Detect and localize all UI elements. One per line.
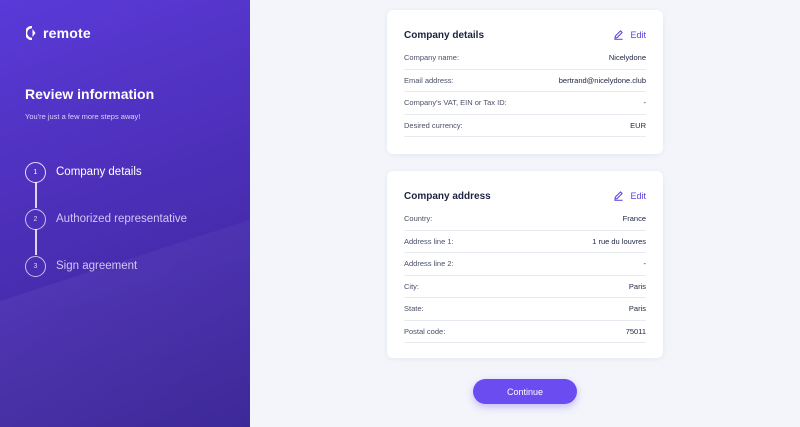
field-label: Desired currency: [404, 120, 463, 130]
field-label: Address line 2: [404, 259, 454, 269]
step-connector [35, 182, 37, 208]
field-value: 75011 [625, 326, 646, 336]
detail-row: Address line 1: 1 rue du louvres [404, 231, 646, 253]
pencil-icon [613, 29, 624, 42]
field-label: Address line 1: [404, 236, 454, 246]
field-label: State: [404, 304, 424, 314]
company-details-card: Company details Edit Company name: Nicely… [387, 10, 663, 154]
field-value: Paris [628, 281, 646, 291]
card-title: Company details [404, 29, 485, 41]
field-value: Paris [628, 304, 646, 314]
field-value: - [643, 98, 647, 108]
pencil-icon [613, 190, 624, 203]
detail-row: City: Paris [404, 276, 646, 298]
detail-row: State: Paris [404, 298, 646, 321]
company-address-card: Company address Edit Country: France Addr… [387, 171, 663, 358]
edit-company-details-button[interactable]: Edit [613, 29, 646, 42]
edit-label: Edit [630, 191, 646, 201]
sidebar: remote Review information You're just a … [0, 0, 250, 427]
field-value: bertrand@nicelydone.club [558, 75, 646, 85]
detail-row: Address line 2: - [404, 253, 646, 276]
step-number: 3 [25, 255, 46, 277]
step-company-details[interactable]: 1 Company details [25, 161, 245, 183]
field-value: - [643, 259, 647, 269]
field-value: 1 rue du louvres [592, 236, 646, 246]
detail-row: Email address: bertrand@nicelydone.club [404, 70, 646, 92]
detail-row: Company's VAT, EIN or Tax ID: - [404, 92, 646, 115]
sidebar-title: Review information [25, 86, 155, 102]
brand-logo[interactable]: remote [24, 25, 91, 41]
brand-name: remote [43, 25, 91, 41]
step-number: 1 [25, 161, 46, 183]
detail-row: Desired currency: EUR [404, 115, 646, 137]
edit-label: Edit [630, 30, 646, 40]
edit-company-address-button[interactable]: Edit [613, 190, 646, 203]
field-label: Email address: [404, 75, 454, 85]
field-label: Company's VAT, EIN or Tax ID: [404, 98, 507, 108]
detail-row: Postal code: 75011 [404, 321, 646, 343]
field-value: France [622, 214, 646, 224]
step-label: Company details [56, 166, 142, 178]
detail-row: Company name: Nicelydone [404, 47, 646, 70]
card-title: Company address [404, 190, 491, 202]
field-label: Country: [404, 214, 433, 224]
detail-row: Country: France [404, 208, 646, 231]
field-value: Nicelydone [608, 53, 646, 63]
field-value: EUR [630, 120, 646, 130]
step-authorized-representative[interactable]: 2 Authorized representative [25, 208, 245, 230]
continue-button[interactable]: Continue [473, 379, 577, 404]
step-sign-agreement[interactable]: 3 Sign agreement [25, 255, 245, 277]
step-number: 2 [25, 208, 46, 230]
field-label: Postal code: [404, 326, 446, 336]
remote-logo-icon [24, 25, 38, 41]
step-label: Authorized representative [56, 213, 188, 225]
sidebar-subtitle: You're just a few more steps away! [25, 112, 141, 121]
step-connector [35, 229, 37, 255]
field-label: Company name: [404, 53, 460, 63]
step-label: Sign agreement [56, 260, 138, 272]
field-label: City: [404, 281, 419, 291]
